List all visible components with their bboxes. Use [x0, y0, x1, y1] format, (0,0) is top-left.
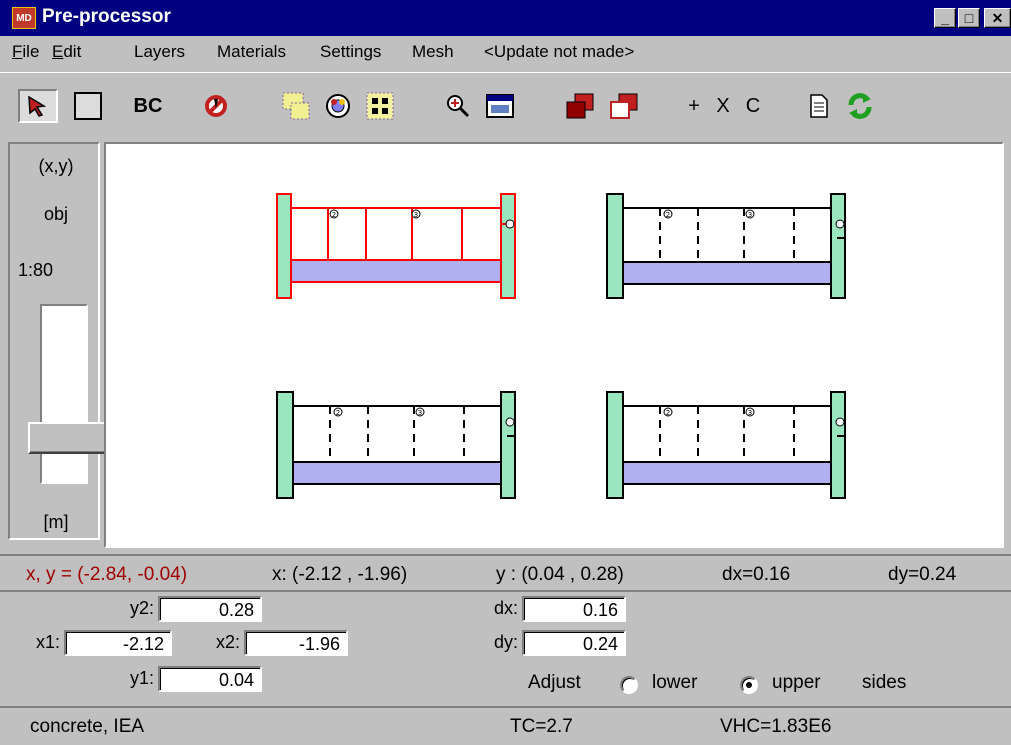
marker-2: 2: [332, 211, 336, 219]
marker-3: 3: [748, 409, 752, 417]
coord-mode-label[interactable]: (x,y): [10, 156, 102, 177]
building-drawing[interactable]: 2 3 2 3 2 3 2 3: [106, 144, 1002, 546]
adjust-label: Adjust: [528, 672, 581, 693]
tc-status: TC=2.7: [510, 716, 573, 737]
menu-settings[interactable]: Settings: [320, 42, 381, 62]
section-top-left[interactable]: 2 3: [276, 193, 516, 299]
status-bar: concrete, IEA TC=2.7 VHC=1.83E6: [0, 710, 1011, 745]
y2-label: y2:: [129, 598, 154, 618]
pointer-tool-button[interactable]: [18, 89, 58, 123]
close-icon: ✕: [991, 9, 1004, 26]
vhc-status: VHC=1.83E6: [720, 716, 832, 737]
marker-2: 2: [336, 409, 340, 417]
copy-outline-icon: [610, 93, 638, 119]
menu-mesh[interactable]: Mesh: [412, 42, 454, 62]
drawing-canvas[interactable]: 2 3 2 3 2 3 2 3: [104, 142, 1004, 548]
dx-field[interactable]: 0.16: [522, 596, 626, 622]
marker-2: 2: [666, 211, 670, 219]
input-area: y2: 0.28 x1: -2.12 x2: -1.96 y1: 0.04 dx…: [0, 590, 1011, 708]
menu-layers[interactable]: Layers: [134, 42, 185, 62]
dy-label: dy:: [493, 632, 518, 652]
menu-update-status[interactable]: <Update not made>: [484, 42, 634, 62]
y2-field[interactable]: 0.28: [158, 596, 262, 622]
copy-outline-button[interactable]: [604, 89, 644, 123]
y-range: y : (0.04 , 0.28): [496, 564, 624, 585]
pointer-icon: [28, 95, 47, 117]
dx-readout: dx=0.16: [722, 564, 791, 585]
lower-radio[interactable]: [620, 676, 638, 694]
x-button[interactable]: X: [710, 89, 736, 123]
y1-field[interactable]: 0.04: [158, 666, 262, 692]
x-range: x: (-2.12 , -1.96): [272, 564, 408, 585]
y1-label: y1:: [129, 668, 154, 688]
menu-bar: File Edit Layers Materials Settings Mesh…: [0, 36, 1011, 70]
document-button[interactable]: [804, 89, 834, 123]
zoom-in-button[interactable]: [438, 89, 478, 123]
radio-selected-dot: [746, 682, 752, 688]
x2-field[interactable]: -1.96: [244, 630, 348, 656]
title-bar[interactable]: MD Pre-processor _ □ ✕: [0, 0, 1011, 36]
node-grid-icon: [366, 92, 394, 120]
maximize-icon: □: [964, 10, 974, 26]
marker-3: 3: [414, 211, 418, 219]
dy-readout: dy=0.24: [888, 564, 957, 585]
upper-radio-label[interactable]: upper: [772, 672, 821, 694]
plus-button[interactable]: +: [684, 89, 704, 123]
lower-radio-label[interactable]: lower: [652, 672, 697, 694]
bc-button[interactable]: BC: [128, 89, 168, 123]
zoom-slider-thumb[interactable]: [28, 422, 108, 454]
c-button[interactable]: C: [740, 89, 766, 123]
refresh-button[interactable]: [842, 89, 878, 123]
rectangle-tool-button[interactable]: [68, 89, 108, 123]
copy-filled-icon: [566, 93, 594, 119]
marker-2: 2: [666, 409, 670, 417]
sides-label: sides: [862, 672, 907, 693]
material-status: concrete, IEA: [30, 716, 145, 737]
close-button[interactable]: ✕: [984, 8, 1011, 28]
no-entry-button[interactable]: [196, 89, 236, 123]
upper-radio[interactable]: [740, 676, 758, 694]
menu-file[interactable]: File: [12, 42, 39, 62]
x1-field[interactable]: -2.12: [64, 630, 172, 656]
menu-edit[interactable]: Edit: [52, 42, 81, 62]
window-view-button[interactable]: [480, 89, 520, 123]
section-bottom-right[interactable]: 2 3: [606, 391, 846, 499]
coordinate-line: x, y = (-2.84, -0.04) x: (-2.12 , -1.96)…: [0, 554, 1011, 590]
copy-filled-button[interactable]: [560, 89, 600, 123]
select-region-icon: [282, 92, 310, 120]
window-icon: [486, 94, 514, 118]
rectangle-icon: [74, 92, 102, 120]
zoom-in-icon: [447, 95, 470, 118]
section-top-right[interactable]: 2 3: [606, 193, 846, 299]
dx-label: dx:: [493, 598, 518, 618]
app-icon: MD: [12, 7, 36, 29]
refresh-icon: [848, 93, 872, 119]
obj-label[interactable]: obj: [10, 204, 102, 225]
scale-label: 1:80: [18, 260, 54, 280]
marker-3: 3: [418, 409, 422, 417]
layer-toggle-button[interactable]: [318, 89, 358, 123]
toolbar: BC + X C: [0, 72, 1011, 136]
left-panel: (x,y) obj 1:80 [m]: [8, 142, 108, 540]
menu-materials[interactable]: Materials: [217, 42, 286, 62]
unit-label: [m]: [43, 512, 69, 532]
x2-label: x2:: [215, 632, 240, 652]
cursor-coords: x, y = (-2.84, -0.04): [26, 564, 188, 585]
maximize-button[interactable]: □: [958, 8, 980, 28]
zoom-slider-track[interactable]: [40, 304, 88, 484]
select-region-button[interactable]: [276, 89, 316, 123]
x1-label: x1:: [35, 632, 60, 652]
document-icon: [810, 94, 828, 118]
node-grid-button[interactable]: [360, 89, 400, 123]
minimize-button[interactable]: _: [934, 8, 956, 28]
marker-3: 3: [748, 211, 752, 219]
window-title: Pre-processor: [42, 6, 171, 27]
no-entry-icon: [205, 95, 227, 117]
section-bottom-left[interactable]: 2 3: [276, 391, 516, 499]
dy-field[interactable]: 0.24: [522, 630, 626, 656]
layer-toggle-icon: [326, 94, 350, 118]
minimize-icon: _: [941, 10, 949, 26]
